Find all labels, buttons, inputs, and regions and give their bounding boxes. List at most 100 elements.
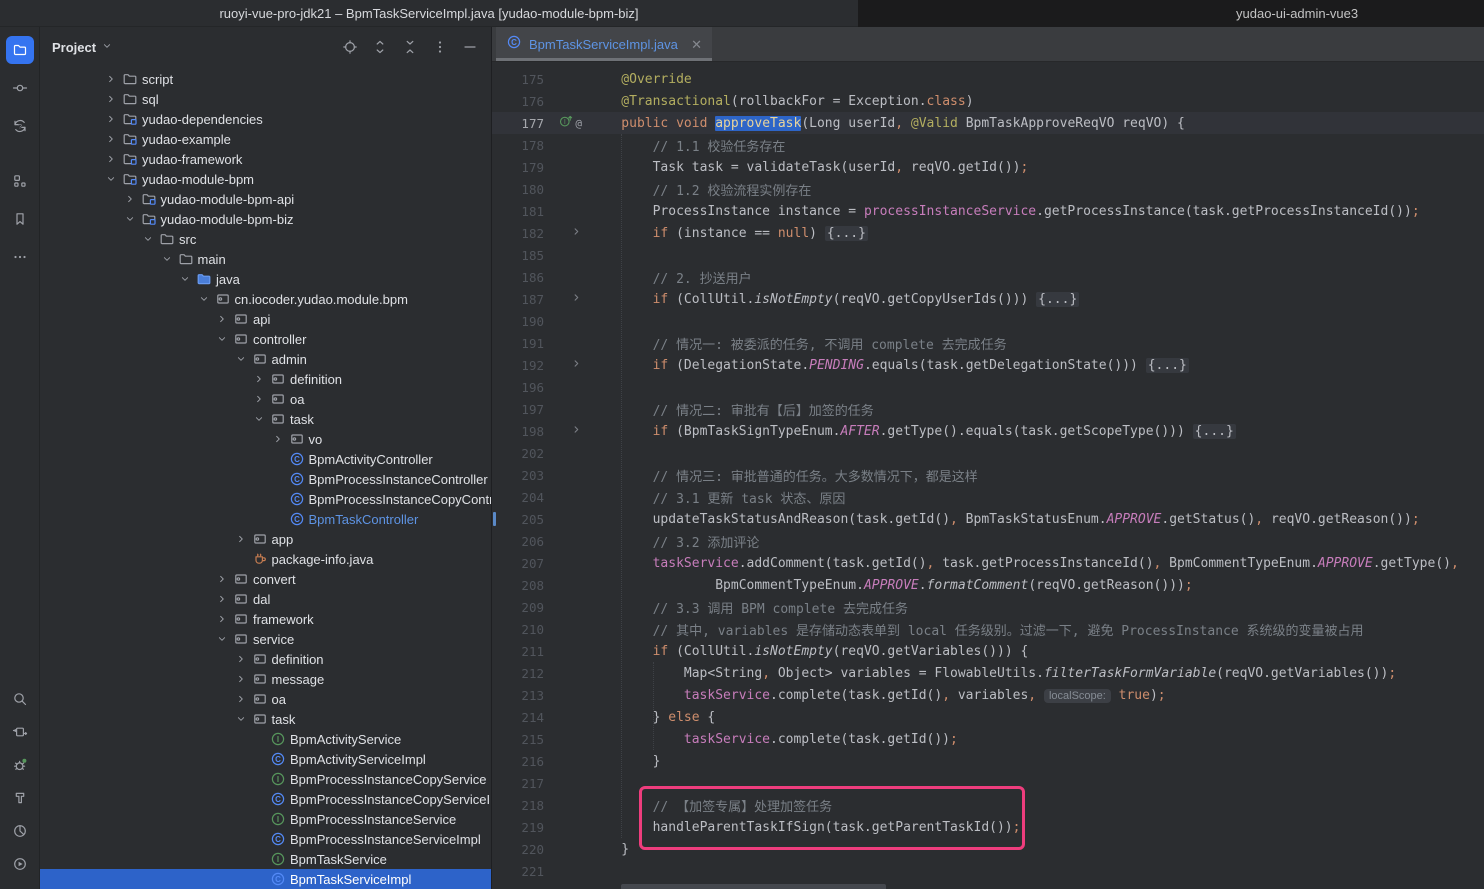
- line-number[interactable]: 197: [492, 402, 544, 417]
- chevron-down-icon[interactable]: [176, 273, 194, 285]
- code-line-203[interactable]: 203 // 情况三: 审批普通的任务。大多数情况下，都是这样: [492, 464, 1484, 486]
- line-number[interactable]: 181: [492, 204, 544, 219]
- annotation-icon[interactable]: @: [575, 116, 582, 131]
- chevron-right-icon[interactable]: [213, 593, 231, 605]
- problems-icon[interactable]: [6, 751, 34, 779]
- chevron-right-icon[interactable]: [269, 433, 287, 445]
- services-icon[interactable]: [6, 718, 34, 746]
- line-number[interactable]: 202: [492, 446, 544, 461]
- code-line-179[interactable]: 179Task task = validateTask(userId, reqV…: [492, 156, 1484, 178]
- tree-item-bpmactivityserviceimpl[interactable]: CBpmActivityServiceImpl: [40, 749, 491, 769]
- project-dropdown[interactable]: Project: [52, 40, 113, 55]
- chevron-down-icon[interactable]: [232, 713, 250, 725]
- chevron-down-icon[interactable]: [102, 173, 120, 185]
- code-text[interactable]: // 【加签专属】处理加签任务: [590, 796, 832, 815]
- tree-item-app[interactable]: app: [40, 529, 491, 549]
- code-line-190[interactable]: 190: [492, 310, 1484, 332]
- line-number[interactable]: 208: [492, 578, 544, 593]
- tree-item-cn-iocoder-yudao-module-bpm[interactable]: cn.iocoder.yudao.module.bpm: [40, 289, 491, 309]
- chevron-right-icon[interactable]: [232, 693, 250, 705]
- code-line-197[interactable]: 197 // 情况二: 审批有【后】加签的任务: [492, 398, 1484, 420]
- code-text[interactable]: if (instance == null) {...}: [590, 226, 868, 241]
- folded-region[interactable]: {...}: [1193, 424, 1236, 439]
- folded-region[interactable]: {...}: [1036, 292, 1079, 307]
- chevron-right-icon[interactable]: [102, 133, 120, 145]
- tree-item-bpmprocessinstancecopycontroller[interactable]: CBpmProcessInstanceCopyController: [40, 489, 491, 509]
- tree-item-oa[interactable]: oa: [40, 389, 491, 409]
- tree-item-src[interactable]: src: [40, 229, 491, 249]
- code-text[interactable]: // 3.3 调用 BPM complete 去完成任务: [590, 598, 908, 617]
- code-line-207[interactable]: 207taskService.addComment(task.getId(), …: [492, 552, 1484, 574]
- tree-item-bpmprocessinstanceservice[interactable]: IBpmProcessInstanceService: [40, 809, 491, 829]
- implements-icon[interactable]: I: [559, 114, 573, 132]
- tree-item-convert[interactable]: convert: [40, 569, 491, 589]
- code-text[interactable]: taskService.addComment(task.getId(), tas…: [590, 556, 1459, 571]
- fold-arrow-icon[interactable]: [571, 226, 582, 241]
- line-number[interactable]: 179: [492, 160, 544, 175]
- expand-all-icon[interactable]: [371, 38, 389, 56]
- tree-item-bpmprocessinstancecontroller[interactable]: CBpmProcessInstanceController: [40, 469, 491, 489]
- code-line-221[interactable]: 221: [492, 860, 1484, 882]
- code-text[interactable]: // 3.2 添加评论: [590, 532, 759, 551]
- tree-item-framework[interactable]: framework: [40, 609, 491, 629]
- code-line-206[interactable]: 206// 3.2 添加评论: [492, 530, 1484, 552]
- code-text[interactable]: // 情况二: 审批有【后】加签的任务: [590, 400, 874, 419]
- tree-item-bpmprocessinstancecopyserviceimpl[interactable]: CBpmProcessInstanceCopyServiceImpl: [40, 789, 491, 809]
- line-number[interactable]: 217: [492, 776, 544, 791]
- tree-item-dal[interactable]: dal: [40, 589, 491, 609]
- line-number[interactable]: 204: [492, 490, 544, 505]
- tree-item-java[interactable]: java: [40, 269, 491, 289]
- tree-item-yudao-dependencies[interactable]: yudao-dependencies: [40, 109, 491, 129]
- tree-item-package-info-java[interactable]: package-info.java: [40, 549, 491, 569]
- code-text[interactable]: BpmCommentTypeEnum.APPROVE.formatComment…: [590, 578, 1193, 593]
- tree-item-oa[interactable]: oa: [40, 689, 491, 709]
- code-text[interactable]: @Transactional(rollbackFor = Exception.c…: [590, 94, 974, 109]
- line-number[interactable]: 214: [492, 710, 544, 725]
- code-text[interactable]: // 3.1 更新 task 状态、原因: [590, 488, 845, 507]
- line-number[interactable]: 219: [492, 820, 544, 835]
- code-line-187[interactable]: 187if (CollUtil.isNotEmpty(reqVO.getCopy…: [492, 288, 1484, 310]
- fold-arrow-icon[interactable]: [571, 292, 582, 307]
- tree-item-admin[interactable]: admin: [40, 349, 491, 369]
- tree-item-bpmtaskserviceimpl[interactable]: CBpmTaskServiceImpl: [40, 869, 491, 889]
- code-text[interactable]: if (DelegationState.PENDING.equals(task.…: [590, 358, 1189, 373]
- chevron-down-icon[interactable]: [139, 233, 157, 245]
- code-text[interactable]: Map<String, Object> variables = Flowable…: [590, 666, 1396, 681]
- line-number[interactable]: 203: [492, 468, 544, 483]
- chevron-down-icon[interactable]: [213, 633, 231, 645]
- code-line-220[interactable]: 220}: [492, 838, 1484, 860]
- code-text[interactable]: updateTaskStatusAndReason(task.getId(), …: [590, 512, 1420, 527]
- code-line-175[interactable]: 175@Override: [492, 68, 1484, 90]
- code-text[interactable]: // 情况一: 被委派的任务, 不调用 complete 去完成任务: [590, 334, 1007, 353]
- code-line-202[interactable]: 202: [492, 442, 1484, 464]
- code-text[interactable]: if (BpmTaskSignTypeEnum.AFTER.getType().…: [590, 424, 1236, 439]
- chevron-right-icon[interactable]: [102, 73, 120, 85]
- line-number[interactable]: 220: [492, 842, 544, 857]
- code-line-218[interactable]: 218// 【加签专属】处理加签任务: [492, 794, 1484, 816]
- chevron-down-icon[interactable]: [232, 353, 250, 365]
- search-icon[interactable]: [6, 685, 34, 713]
- structure-icon[interactable]: [6, 167, 34, 195]
- line-number[interactable]: 187: [492, 292, 544, 307]
- line-number[interactable]: 215: [492, 732, 544, 747]
- line-number[interactable]: 196: [492, 380, 544, 395]
- bookmarks-icon[interactable]: [6, 205, 34, 233]
- line-number[interactable]: 175: [492, 72, 544, 87]
- code-line-215[interactable]: 215taskService.complete(task.getId());: [492, 728, 1484, 750]
- code-text[interactable]: taskService.complete(task.getId(), varia…: [590, 688, 1166, 703]
- code-line-185[interactable]: 185: [492, 244, 1484, 266]
- fold-arrow-icon[interactable]: [571, 358, 582, 373]
- code-text[interactable]: }: [590, 842, 629, 857]
- code-line-192[interactable]: 192if (DelegationState.PENDING.equals(ta…: [492, 354, 1484, 376]
- folded-region[interactable]: {...}: [825, 226, 868, 241]
- code-line-213[interactable]: 213taskService.complete(task.getId(), va…: [492, 684, 1484, 706]
- ide-titlebar[interactable]: ruoyi-vue-pro-jdk21 – BpmTaskServiceImpl…: [0, 0, 858, 27]
- chevron-right-icon[interactable]: [250, 373, 268, 385]
- chevron-right-icon[interactable]: [213, 313, 231, 325]
- tree-item-yudao-module-bpm[interactable]: yudao-module-bpm: [40, 169, 491, 189]
- collapse-all-icon[interactable]: [401, 38, 419, 56]
- line-number[interactable]: 221: [492, 864, 544, 879]
- line-number[interactable]: 212: [492, 666, 544, 681]
- code-text[interactable]: // 情况三: 审批普通的任务。大多数情况下，都是这样: [590, 466, 978, 485]
- tree-item-main[interactable]: main: [40, 249, 491, 269]
